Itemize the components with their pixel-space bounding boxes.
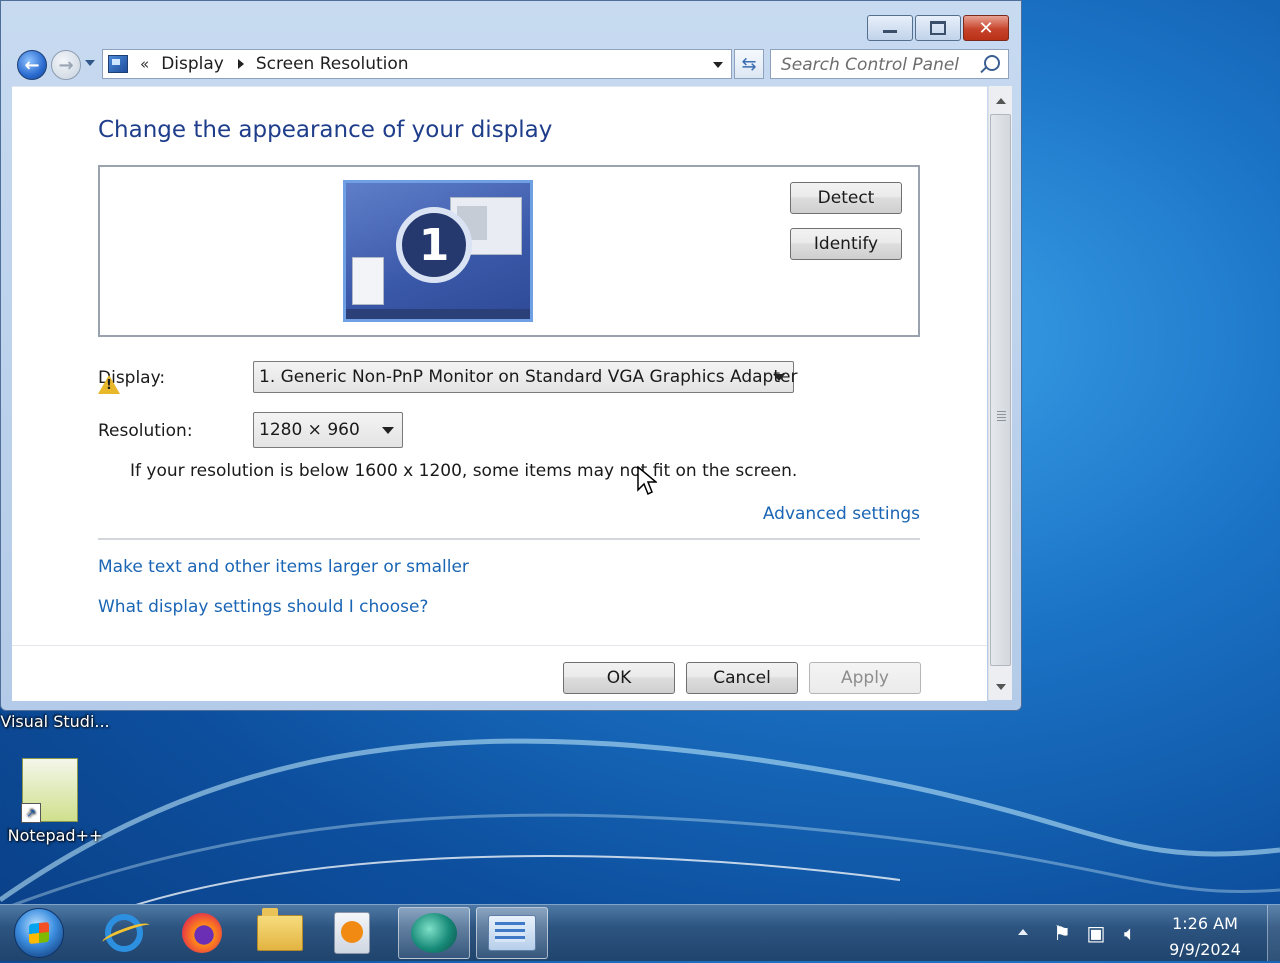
warning-icon [98,375,120,394]
network-icon[interactable]: ▣ [1084,921,1108,945]
maximize-button[interactable] [915,15,961,41]
address-bar[interactable]: « Display Screen Resolution [102,49,732,79]
identify-button[interactable]: Identify [790,228,902,260]
mouse-cursor-icon [637,466,657,496]
breadcrumb-display[interactable]: Display [161,54,224,74]
monitor-taskbar-graphic [346,309,530,319]
system-tray: ⚑ ▣ 🔈︎ 1:26 AM 9/9/2024 [1000,905,1280,961]
display-select-value: 1. Generic Non-PnP Monitor on Standard V… [259,367,798,387]
minimize-button[interactable] [867,15,913,41]
windows-logo-icon [29,921,49,945]
start-button[interactable] [14,908,64,958]
refresh-button[interactable]: ⇆ [734,49,764,79]
taskbar-app[interactable] [398,907,470,959]
taskbar-internet-explorer[interactable] [88,907,160,959]
control-panel-icon [488,915,536,951]
desktop-icon-label: Notepad++ [7,826,103,845]
caption-buttons: ✕ [867,15,1009,41]
footer-divider [12,645,987,646]
breadcrumb-separator-icon[interactable] [237,59,244,69]
taskbar-media-player[interactable] [316,907,388,959]
app-icon [411,913,457,953]
internet-explorer-icon [105,914,143,952]
scroll-down-icon[interactable] [996,684,1006,690]
dropdown-arrow-icon [773,374,785,381]
taskbar-firefox[interactable] [166,907,238,959]
forward-button[interactable]: → [51,50,81,80]
scrollbar-grip-icon [997,411,1006,423]
clock-time: 1:26 AM [1172,914,1238,933]
page-title: Change the appearance of your display [98,117,553,143]
search-icon[interactable] [984,55,1000,71]
show-desktop-button[interactable] [1267,905,1280,961]
ok-button[interactable]: OK [563,662,675,694]
scroll-up-icon[interactable] [996,98,1006,104]
firefox-icon [182,913,222,953]
close-icon: ✕ [978,17,994,39]
shortcut-arrow-icon: ↗ [21,803,41,823]
scrollbar-thumb[interactable] [990,114,1011,666]
monitor-number-badge: 1 [396,207,472,283]
display-select[interactable]: 1. Generic Non-PnP Monitor on Standard V… [253,361,798,393]
file-explorer-icon [257,908,303,951]
resolution-select[interactable]: 1280 × 960 [253,412,403,448]
wallpaper-swoosh [0,738,1280,910]
clock[interactable]: 1:26 AM 9/9/2024 [1150,911,1260,963]
breadcrumb-screen-resolution[interactable]: Screen Resolution [256,54,409,74]
search-input[interactable] [779,54,983,76]
desktop-icon-label: Visual Studi... [0,712,110,731]
cancel-button[interactable]: Cancel [686,662,798,694]
desktop-icon-visual-studio[interactable]: Visual Studi... [0,712,110,731]
taskbar: ⚑ ▣ 🔈︎ 1:26 AM 9/9/2024 [0,904,1280,961]
resolution-select-value: 1280 × 960 [259,420,360,440]
media-player-icon [334,912,370,954]
show-hidden-icons-icon[interactable] [1018,929,1028,935]
forward-arrow-icon: → [58,54,74,76]
monitor-window-graphic [352,257,384,305]
navigation-bar: ← → « Display Screen Resolution ⇆ [13,47,1009,83]
taskbar-control-panel[interactable] [476,907,548,959]
vertical-scrollbar[interactable] [988,86,1012,700]
resolution-warning-text: If your resolution is below 1600 x 1200,… [130,461,798,481]
dropdown-arrow-icon [382,427,394,434]
search-box[interactable] [770,49,1009,79]
desktop-icon-notepad-plus-plus[interactable]: ↗ Notepad++ [0,758,110,845]
close-button[interactable]: ✕ [963,15,1009,41]
action-center-flag-icon[interactable]: ⚑ [1050,921,1074,945]
notepad-plus-plus-icon: ↗ [21,758,78,823]
breadcrumb-overflow-chevron[interactable]: « [140,55,149,73]
display-settings-help-link[interactable]: What display settings should I choose? [98,597,428,617]
back-arrow-icon: ← [24,54,40,76]
minimize-icon [883,29,897,33]
control-panel-window: ✕ ← → « Display Screen Resolution ⇆ Chan… [0,0,1022,711]
section-divider [98,538,920,540]
advanced-settings-link[interactable]: Advanced settings [763,504,920,524]
volume-muted-icon[interactable]: 🔈︎ [1118,921,1142,945]
clock-date: 9/9/2024 [1169,940,1241,959]
back-button[interactable]: ← [17,50,47,80]
address-dropdown-icon[interactable] [713,62,723,68]
taskbar-file-explorer[interactable] [244,907,316,959]
control-panel-icon [108,55,128,73]
refresh-icon: ⇆ [741,53,757,75]
monitor-thumbnail[interactable]: 1 [343,180,533,322]
content-pane: Change the appearance of your display 1 … [12,86,987,701]
detect-button[interactable]: Detect [790,182,902,214]
maximize-icon [930,21,946,35]
monitor-arrangement-box: 1 Detect Identify [98,165,920,337]
apply-button[interactable]: Apply [809,662,921,694]
recent-pages-dropdown[interactable] [85,60,95,66]
text-size-link[interactable]: Make text and other items larger or smal… [98,557,469,577]
resolution-label: Resolution: [98,421,193,441]
